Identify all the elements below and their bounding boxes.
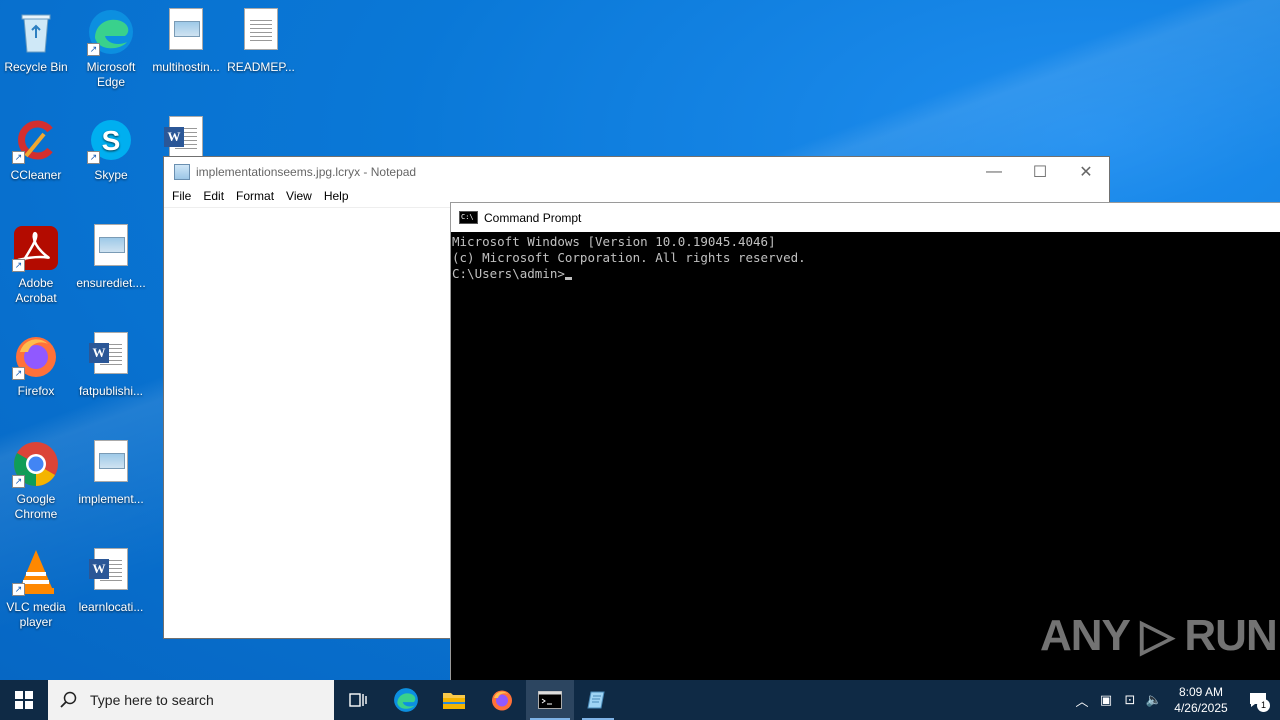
clock-time: 8:09 AM: [1178, 685, 1224, 699]
shortcut-arrow-icon: ↗: [12, 259, 25, 272]
cmd-icon: [538, 691, 562, 709]
network-icon[interactable]: ⊡: [1118, 692, 1142, 708]
text-file-icon: [237, 8, 285, 56]
volume-icon[interactable]: 🔈: [1142, 692, 1166, 708]
task-view-button[interactable]: [334, 680, 382, 720]
task-view-icon: [349, 693, 367, 707]
action-center-button[interactable]: 1: [1236, 680, 1280, 720]
taskbar-search-box[interactable]: Type here to search: [48, 680, 334, 720]
firefox-label: Firefox: [17, 384, 55, 398]
clock-date: 4/26/2025: [1174, 701, 1228, 715]
implement-icon[interactable]: implement...: [75, 434, 147, 507]
ccleaner-label: CCleaner: [10, 168, 62, 182]
skype-label: Skype: [94, 168, 128, 182]
firefox-icon[interactable]: ↗ Firefox: [0, 326, 72, 399]
cmd-icon: C:\: [459, 211, 478, 224]
menu-edit[interactable]: Edit: [197, 187, 230, 207]
notepad-titlebar[interactable]: implementationseems.jpg.lcryx - Notepad …: [164, 157, 1109, 187]
firefox-icon: [492, 690, 512, 711]
skype-icon[interactable]: S ↗ Skype: [75, 110, 147, 183]
learnlocati-label: learnlocati...: [78, 600, 144, 614]
image-file-icon: [162, 8, 210, 56]
chrome-label: Google Chrome: [14, 492, 58, 521]
fatpublishi-icon[interactable]: W fatpublishi...: [75, 326, 147, 399]
adobe-acrobat-icon-graphic: ↗: [12, 224, 60, 272]
fatpublishi-label: fatpublishi...: [78, 384, 144, 398]
maximize-button[interactable]: ☐: [1017, 157, 1063, 187]
text-cursor: [564, 277, 572, 280]
svg-text:S: S: [102, 125, 121, 156]
learnlocati-icon[interactable]: W learnlocati...: [75, 542, 147, 615]
menu-help[interactable]: Help: [318, 187, 355, 207]
search-icon: [60, 691, 77, 708]
minimize-button[interactable]: —: [971, 157, 1017, 187]
taskbar-edge[interactable]: [382, 680, 430, 720]
meet-now-icon[interactable]: ▣: [1094, 692, 1118, 708]
cmd-console[interactable]: Microsoft Windows [Version 10.0.19045.40…: [451, 232, 1280, 284]
firefox-icon-graphic: ↗: [12, 332, 60, 380]
taskbar-notepad[interactable]: [574, 680, 622, 720]
taskbar: Type here to search ︿ ▣ ⊡ 🔈 8:09 AM 4/26…: [0, 680, 1280, 720]
ccleaner-icon[interactable]: ↗ CCleaner: [0, 110, 72, 183]
word-document-icon: W: [87, 332, 135, 380]
notification-count: 1: [1257, 699, 1270, 712]
vlc-icon-graphic: ↗: [12, 548, 60, 596]
shortcut-arrow-icon: ↗: [87, 151, 100, 164]
shortcut-arrow-icon: ↗: [12, 367, 25, 380]
windows-logo-icon: [15, 691, 33, 709]
adobe-acrobat-label: Adobe Acrobat: [15, 276, 57, 305]
console-line: Microsoft Windows [Version 10.0.19045.40…: [452, 234, 776, 249]
folder-icon: [443, 693, 465, 709]
readme-icon[interactable]: READMEP...: [225, 2, 297, 75]
recycle-bin-icon[interactable]: Recycle Bin: [0, 2, 72, 75]
notepad-title: implementationseems.jpg.lcryx - Notepad: [196, 165, 417, 179]
taskbar-command-prompt[interactable]: [526, 680, 574, 720]
readme-label: READMEP...: [227, 60, 295, 74]
chrome-icon[interactable]: ↗ Google Chrome: [0, 434, 72, 522]
multihosting-label: multihostin...: [152, 60, 220, 74]
chevron-up-icon[interactable]: ︿: [1070, 691, 1094, 710]
close-button[interactable]: ✕: [1063, 157, 1109, 187]
clock[interactable]: 8:09 AM 4/26/2025: [1166, 684, 1236, 716]
console-line: (c) Microsoft Corporation. All rights re…: [452, 250, 806, 265]
edge-label: Microsoft Edge: [86, 60, 136, 89]
notepad-icon: [587, 691, 605, 709]
taskbar-firefox[interactable]: [478, 680, 526, 720]
ccleaner-icon-graphic: ↗: [12, 116, 60, 164]
shortcut-arrow-icon: ↗: [12, 475, 25, 488]
shortcut-arrow-icon: ↗: [87, 43, 100, 56]
recycle-bin-icon-graphic: [12, 8, 60, 56]
skype-icon-graphic: S ↗: [87, 116, 135, 164]
image-file-icon: [87, 440, 135, 488]
ensurediet-label: ensurediet....: [76, 276, 146, 290]
edge-icon[interactable]: ↗ Microsoft Edge: [75, 2, 147, 90]
shortcut-arrow-icon: ↗: [12, 151, 25, 164]
system-tray: ︿ ▣ ⊡ 🔈 8:09 AM 4/26/2025 1: [1070, 680, 1280, 720]
console-prompt: C:\Users\admin>: [452, 266, 565, 281]
start-button[interactable]: [0, 680, 48, 720]
cmd-titlebar[interactable]: C:\ Command Prompt: [451, 203, 1280, 232]
multihosting-icon[interactable]: multihostin...: [150, 2, 222, 75]
cmd-title: Command Prompt: [484, 210, 582, 225]
adobe-acrobat-icon[interactable]: ↗ Adobe Acrobat: [0, 218, 72, 306]
search-placeholder: Type here to search: [90, 692, 214, 708]
ensurediet-icon[interactable]: ensurediet....: [75, 218, 147, 291]
chrome-icon-graphic: ↗: [12, 440, 60, 488]
vlc-icon[interactable]: ↗ VLC media player: [0, 542, 72, 630]
edge-icon: [394, 688, 418, 712]
menu-view[interactable]: View: [280, 187, 318, 207]
implement-label: implement...: [78, 492, 144, 506]
shortcut-arrow-icon: ↗: [12, 583, 25, 596]
word-document-icon: W: [87, 548, 135, 596]
taskbar-file-explorer[interactable]: [430, 680, 478, 720]
edge-icon-graphic: ↗: [87, 8, 135, 56]
image-file-icon: [87, 224, 135, 272]
menu-file[interactable]: File: [166, 187, 197, 207]
console-prompt-line: C:\Users\admin>: [452, 266, 1280, 282]
recycle-bin-label: Recycle Bin: [4, 60, 68, 74]
menu-format[interactable]: Format: [230, 187, 280, 207]
vlc-label: VLC media player: [6, 600, 66, 629]
anyrun-watermark: ANY ▷ RUN: [1040, 611, 1278, 660]
notepad-icon: [174, 164, 190, 180]
